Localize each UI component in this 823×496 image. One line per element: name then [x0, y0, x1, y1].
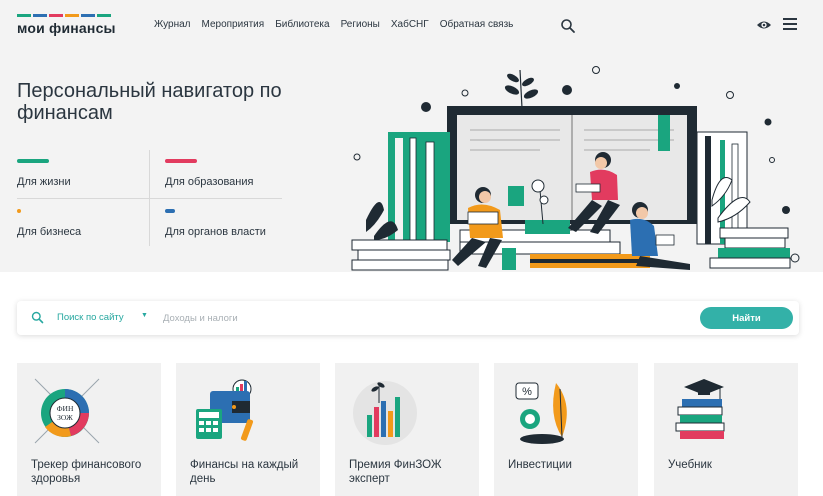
category-government[interactable]: Для органов власти — [165, 209, 266, 238]
chevron-down-icon[interactable]: ▼ — [141, 312, 148, 319]
nav-item-habsng[interactable]: ХабСНГ — [391, 19, 429, 30]
category-business[interactable]: Для бизнеса — [17, 209, 81, 238]
card-textbook[interactable]: Учебник — [654, 363, 798, 496]
divider — [17, 198, 282, 199]
category-color-bar — [17, 209, 21, 213]
site-search-bar: Поиск по сайту ▼ Найти — [17, 301, 799, 335]
nav-item-library[interactable]: Библиотека — [275, 19, 329, 30]
card-title: Трекер финансового здоровья — [31, 459, 142, 485]
menu-icon[interactable] — [783, 18, 797, 30]
card-title: Инвестиции — [508, 459, 572, 471]
investment-leaf-icon: % — [515, 382, 567, 444]
card-title: Учебник — [668, 459, 712, 471]
nav-item-events[interactable]: Мероприятия — [202, 19, 265, 30]
category-color-bar — [165, 209, 175, 213]
main-nav: Журнал Мероприятия Библиотека Регионы Ха… — [154, 19, 513, 30]
card-title: Премия ФинЗОЖ эксперт — [349, 459, 442, 485]
category-label: Для органов власти — [165, 226, 266, 238]
category-color-bar — [17, 159, 49, 163]
hero-illustration — [351, 66, 800, 271]
bar-plant-icon — [353, 381, 417, 445]
nav-item-journal[interactable]: Журнал — [154, 19, 191, 30]
card-tracker[interactable]: ФИН ЗОЖ Трекер финансового здоровья — [17, 363, 161, 496]
page-title: Персональный навигатор по финансам — [17, 80, 282, 124]
nav-item-regions[interactable]: Регионы — [341, 19, 380, 30]
category-color-bar — [165, 159, 197, 163]
svg-text:ФИН: ФИН — [57, 404, 74, 413]
calculator-wallet-icon — [196, 379, 254, 441]
card-everyday-finance[interactable]: Финансы на каждый день — [176, 363, 320, 496]
search-icon[interactable] — [31, 311, 44, 324]
site-header: мои финансы Журнал Мероприятия Библиотек… — [0, 0, 823, 44]
card-finzozh-award[interactable]: Премия ФинЗОЖ эксперт — [335, 363, 479, 496]
card-investments[interactable]: % Инвестиции — [494, 363, 638, 496]
books-graduation-icon — [675, 379, 725, 439]
search-scope-select[interactable]: Поиск по сайту — [57, 312, 124, 323]
fin-zozh-tracker-icon: ФИН ЗОЖ — [34, 378, 100, 444]
logo[interactable]: мои финансы — [17, 20, 116, 36]
category-label: Для образования — [165, 176, 254, 188]
logo-stripes — [17, 14, 111, 17]
search-submit-button[interactable]: Найти — [700, 307, 793, 329]
svg-text:ЗОЖ: ЗОЖ — [57, 413, 73, 422]
category-label: Для жизни — [17, 176, 71, 188]
category-life[interactable]: Для жизни — [17, 159, 71, 188]
category-label: Для бизнеса — [17, 226, 82, 238]
svg-text:%: % — [522, 386, 532, 398]
card-title: Финансы на каждый день — [190, 459, 299, 485]
search-icon[interactable] — [560, 18, 576, 34]
eye-icon[interactable] — [756, 18, 772, 32]
category-education[interactable]: Для образования — [165, 159, 253, 188]
audience-categories: Для жизни Для образования Для бизнеса Дл… — [17, 150, 282, 246]
search-input[interactable] — [163, 309, 663, 327]
nav-item-feedback[interactable]: Обратная связь — [440, 19, 514, 30]
